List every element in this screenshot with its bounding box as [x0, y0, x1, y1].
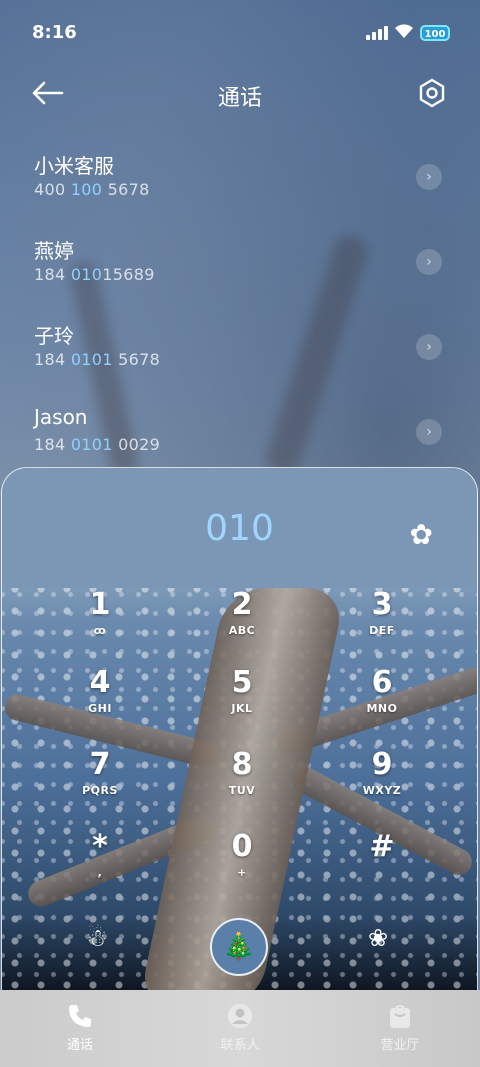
chevron-right-icon[interactable]: ›	[416, 164, 442, 190]
key-1[interactable]: 1ꝏ	[50, 588, 150, 658]
chevron-right-icon[interactable]: ›	[416, 249, 442, 275]
phone-icon	[69, 1005, 91, 1027]
contact-name: 小米客服	[34, 154, 114, 178]
dial-input-row: 010 ✿	[2, 468, 477, 588]
battery-icon: 100	[420, 25, 450, 41]
key-star[interactable]: *,	[50, 830, 150, 900]
status-time: 8:16	[32, 22, 77, 43]
tab-store[interactable]: 营业厅	[320, 990, 480, 1067]
tree-icon: 🎄	[222, 932, 256, 962]
key-6[interactable]: 6 MNO	[332, 666, 432, 736]
tab-label: 联系人	[220, 1038, 260, 1053]
tab-calls[interactable]: 通话	[0, 990, 160, 1067]
page-title: 通话	[217, 86, 262, 111]
call-button[interactable]: 🎄	[210, 918, 268, 976]
chevron-right-icon[interactable]: ›	[416, 419, 442, 445]
snowman-icon[interactable]: ☃	[86, 924, 108, 952]
contact-name: 子玲	[34, 324, 74, 348]
contact-name: 燕婷	[34, 239, 74, 263]
tab-contacts[interactable]: 联系人	[160, 990, 320, 1067]
key-0[interactable]: 0 +	[192, 830, 292, 900]
status-bar: 8:16 100	[0, 0, 480, 64]
tab-label: 通话	[66, 1038, 93, 1053]
key-8[interactable]: 8 TUV	[192, 748, 292, 818]
key-7[interactable]: 7 PQRS	[50, 748, 150, 818]
contact-number: 184 0101 0029	[34, 435, 161, 454]
contact-number: 184 0101 5678	[34, 350, 161, 369]
key-9[interactable]: 9 WXYZ	[332, 748, 432, 818]
settings-icon[interactable]	[418, 78, 446, 108]
vase-icon[interactable]: ❀	[368, 924, 388, 952]
wifi-icon	[395, 24, 413, 38]
contact-number: 184 01015689	[34, 265, 155, 284]
contact-name: Jason	[34, 405, 88, 429]
contact-row[interactable]: 燕婷 184 01015689 ›	[0, 227, 480, 312]
bottom-nav: 通话 联系人 营业厅	[0, 990, 480, 1067]
tab-label: 营业厅	[380, 1038, 420, 1053]
key-2[interactable]: 2 ABC	[192, 588, 292, 658]
key-4[interactable]: 4 GHI	[50, 666, 150, 736]
key-3[interactable]: 3 DEF	[332, 588, 432, 658]
signal-icon	[366, 26, 388, 40]
dialed-number: 010	[205, 508, 274, 549]
key-hash[interactable]: #	[332, 830, 432, 900]
shop-icon	[390, 1004, 410, 1028]
app-header: 通话	[0, 64, 480, 126]
contact-suggestion-list: 小米客服 400 100 5678 › 燕婷 184 01015689 › 子玲…	[0, 142, 480, 482]
contact-number: 400 100 5678	[34, 180, 150, 199]
person-icon	[228, 1004, 252, 1028]
key-5[interactable]: 5 JKL	[192, 666, 292, 736]
chevron-right-icon[interactable]: ›	[416, 334, 442, 360]
contact-row[interactable]: 子玲 184 0101 5678 ›	[0, 312, 480, 397]
flower-icon: ✿	[409, 518, 433, 551]
dialpad-panel: 010 ✿ 1ꝏ 2 ABC 3 DEF 4 GHI 5 JKL 6 MNO 7 PQRS …	[1, 467, 478, 992]
contact-row[interactable]: 小米客服 400 100 5678 ›	[0, 142, 480, 227]
